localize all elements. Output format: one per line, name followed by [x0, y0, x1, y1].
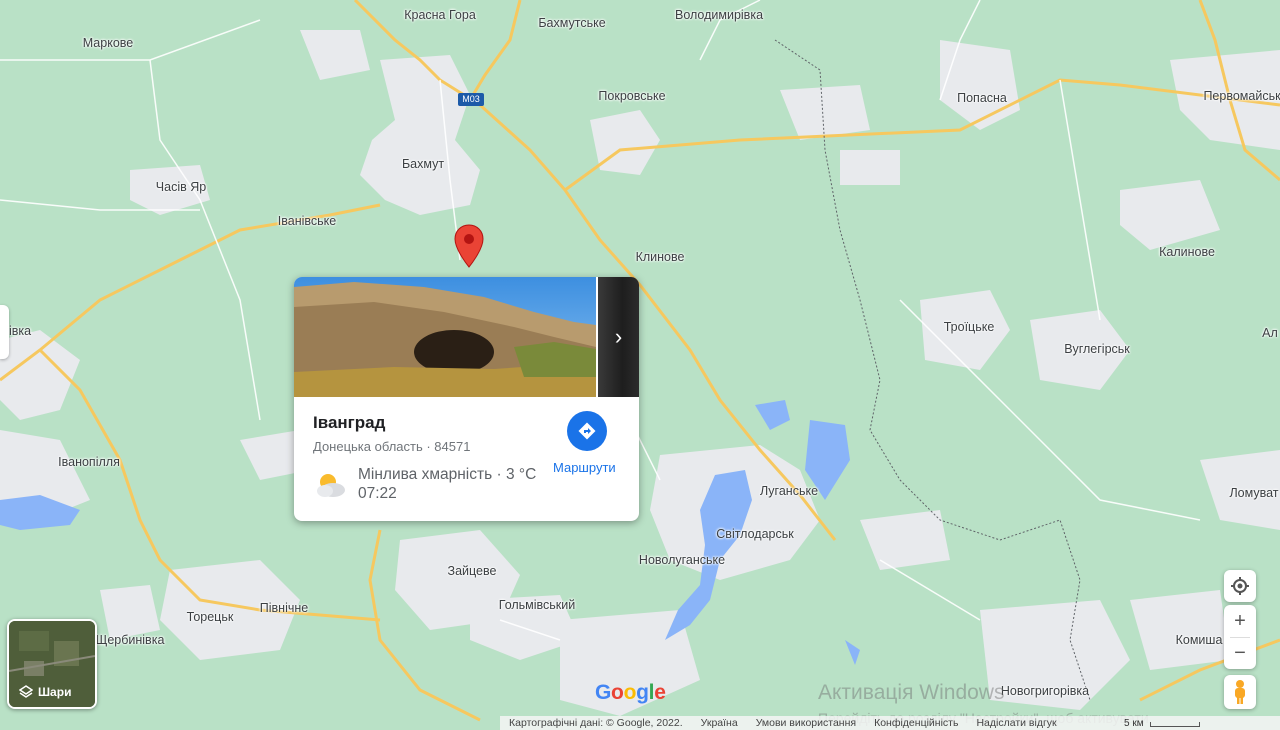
place-label[interactable]: Ломуват [1229, 486, 1278, 500]
pegman-icon [1235, 680, 1245, 704]
place-label[interactable]: Первомайськ [1203, 89, 1280, 103]
place-label[interactable]: Володимирівка [675, 8, 763, 22]
feedback-link[interactable]: Надіслати відгук [967, 717, 1065, 729]
place-label[interactable]: Вуглегірськ [1064, 342, 1130, 356]
local-time: 07:22 [358, 485, 397, 502]
place-label[interactable]: Щербинівка [96, 633, 165, 647]
place-label[interactable]: Калинове [1159, 245, 1215, 259]
side-panel-toggle[interactable] [0, 305, 9, 359]
privacy-link[interactable]: Конфіденційність [865, 717, 967, 729]
place-label[interactable]: Бахмут [402, 157, 444, 171]
place-address: Донецька область · 84571 [313, 439, 471, 454]
place-label[interactable]: Комиша [1176, 633, 1223, 647]
weather-info: Мінлива хмарність · 3 °C 07:22 [358, 465, 536, 503]
directions-button[interactable] [567, 411, 607, 451]
zoom-out-button[interactable]: − [1224, 637, 1256, 669]
directions-icon [578, 422, 596, 440]
place-info-card: › Іванград Донецька область · 84571 Мінл… [294, 277, 639, 521]
place-label[interactable]: Часів Яр [156, 180, 206, 194]
place-label[interactable]: Новолуганське [639, 553, 725, 567]
layers-button[interactable]: Шари [7, 619, 97, 709]
place-label[interactable]: Іванівське [278, 214, 336, 228]
zoom-controls: + − [1224, 605, 1256, 669]
place-title: Іванград [313, 413, 386, 432]
layers-label: Шари [38, 685, 72, 699]
place-label[interactable]: Зайцеве [448, 564, 497, 578]
country-link[interactable]: Україна [692, 717, 747, 729]
scale-bar [1150, 722, 1200, 727]
place-label[interactable]: Новогригорівка [1001, 684, 1089, 698]
place-label[interactable]: Торецьк [187, 610, 234, 624]
place-label[interactable]: Бахмутське [538, 16, 605, 30]
windows-activation-watermark: Активація Windows [818, 681, 1005, 704]
scale-label[interactable]: 5 км [1124, 718, 1144, 729]
place-label[interactable]: Луганське [760, 484, 818, 498]
place-label[interactable]: Світлодарськ [716, 527, 793, 541]
google-logo: Google [595, 681, 666, 704]
chevron-right-icon[interactable]: › [598, 317, 639, 357]
place-label[interactable]: Північне [260, 601, 308, 615]
place-photo[interactable] [294, 277, 596, 397]
my-location-icon [1231, 577, 1249, 595]
map-data-attribution: Картографічні дані: © Google, 2022. [509, 717, 683, 729]
zoom-in-button[interactable]: + [1224, 605, 1256, 637]
weather-description: Мінлива хмарність · 3 °C [358, 466, 537, 483]
place-label[interactable]: Покровське [598, 89, 665, 103]
place-label[interactable]: Попасна [957, 91, 1007, 105]
partly-cloudy-icon [317, 474, 345, 497]
place-label[interactable]: Гольмівський [499, 598, 575, 612]
road-shield-m03: M03 [458, 93, 484, 106]
directions-label[interactable]: Маршрути [553, 460, 616, 475]
place-label[interactable]: Ал [1262, 326, 1278, 340]
pegman-button[interactable] [1224, 675, 1256, 709]
terms-link[interactable]: Умови використання [747, 717, 865, 729]
layers-icon [19, 685, 33, 698]
place-label[interactable]: Троїцьке [944, 320, 995, 334]
place-label[interactable]: Красна Гора [404, 8, 476, 22]
place-label[interactable]: Клинове [636, 250, 685, 264]
place-label[interactable]: Маркове [83, 36, 133, 50]
place-label[interactable]: Іванопілля [58, 455, 120, 469]
my-location-button[interactable] [1224, 570, 1256, 602]
map-pin-icon[interactable] [454, 224, 484, 268]
place-label[interactable]: івка [9, 324, 31, 338]
